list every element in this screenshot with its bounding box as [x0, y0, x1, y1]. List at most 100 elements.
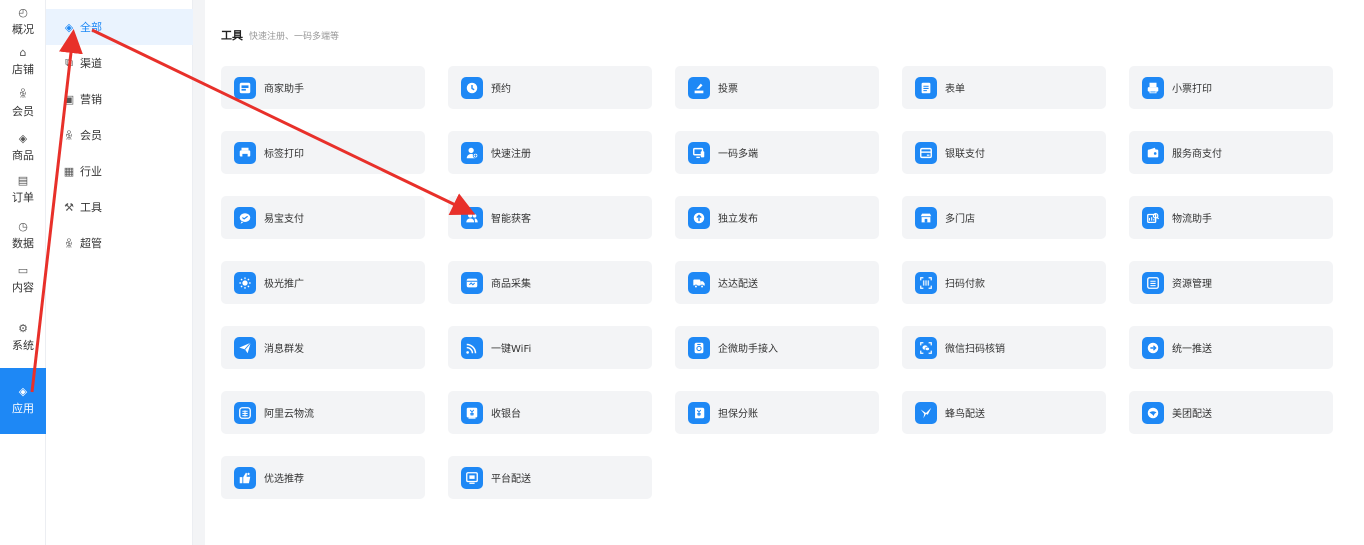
rail-item-7[interactable]: ⚙ 系统 [0, 316, 46, 360]
tool-card[interactable]: 多门店 [902, 196, 1106, 239]
tool-card[interactable]: 智能获客 [448, 196, 652, 239]
tool-card[interactable]: 极光推广 [221, 261, 425, 304]
tool-card[interactable]: 收银台 [448, 391, 652, 434]
tool-card[interactable]: 资源管理 [1129, 261, 1333, 304]
tool-card-label: 美团配送 [1172, 409, 1212, 420]
rail-item-3[interactable]: ◈ 商品 [0, 126, 46, 170]
tool-card[interactable]: 表单 [902, 66, 1106, 109]
rail-item-label: 系统 [12, 339, 34, 352]
tool-card-label: 多门店 [945, 214, 975, 225]
rail-item-label: 店铺 [12, 63, 34, 76]
order-icon: ▤ [17, 174, 29, 187]
logistics-search-icon [1142, 206, 1164, 229]
tool-card-label: 易宝支付 [264, 214, 304, 225]
section-title: 工具 [221, 29, 243, 42]
tool-card[interactable]: 蜂鸟配送 [902, 391, 1106, 434]
users-icon [461, 206, 483, 229]
rail-item-4[interactable]: ▤ 订单 [0, 168, 46, 212]
category-item-label: 会员 [80, 129, 102, 142]
tool-card[interactable]: 企微助手接入 [675, 326, 879, 369]
platform-delivery-icon [461, 466, 483, 489]
tool-card[interactable]: 商品采集 [448, 261, 652, 304]
tool-card-label: 收银台 [491, 409, 521, 420]
tool-card-label: 服务商支付 [1172, 149, 1222, 160]
tool-card[interactable]: 担保分账 [675, 391, 879, 434]
tool-card[interactable]: 快速注册 [448, 131, 652, 174]
rail-item-5[interactable]: ◷ 数据 [0, 214, 46, 258]
section-subtitle: 快速注册、一码多端等 [249, 32, 340, 42]
multi-store-icon [915, 206, 937, 229]
category-item-label: 行业 [80, 165, 102, 178]
tool-card-label: 商家助手 [264, 84, 304, 95]
wechat-scan-icon [915, 336, 937, 359]
rail-item-6[interactable]: ▭ 内容 [0, 258, 46, 302]
thumbs-up-icon [234, 466, 256, 489]
form-icon [915, 76, 937, 99]
tool-card-label: 达达配送 [718, 279, 758, 290]
tool-card[interactable]: 物流助手 [1129, 196, 1333, 239]
label-printer-icon [234, 141, 256, 164]
tool-card[interactable]: 易宝支付 [221, 196, 425, 239]
tool-card[interactable]: 银联支付 [902, 131, 1106, 174]
rail-item-2[interactable]: ꆜ 会员 [0, 82, 46, 126]
tool-card-label: 统一推送 [1172, 344, 1212, 355]
tool-card[interactable]: 达达配送 [675, 261, 879, 304]
category-item-label: 工具 [80, 201, 102, 214]
push-icon [1142, 336, 1164, 359]
tool-card[interactable]: 服务商支付 [1129, 131, 1333, 174]
app-icon: ◈ [18, 385, 28, 398]
content-icon: ▭ [17, 264, 29, 277]
tool-card-label: 扫码付款 [945, 279, 985, 290]
data-icon: ◷ [18, 220, 28, 233]
sun-icon [234, 271, 256, 294]
tool-card-label: 消息群发 [264, 344, 304, 355]
category-item-2[interactable]: ▣ 营销 [46, 81, 193, 117]
tool-card[interactable]: 投票 [675, 66, 879, 109]
tool-card[interactable]: 小票打印 [1129, 66, 1333, 109]
wallet-icon [1142, 141, 1164, 164]
category-item-6[interactable]: ꆜ 超管 [46, 225, 193, 261]
receipt-printer-icon [1142, 76, 1164, 99]
category-item-3[interactable]: ꆜ 会员 [46, 117, 193, 153]
tool-card-label: 快速注册 [491, 149, 531, 160]
rail-item-1[interactable]: ⌂ 店铺 [0, 40, 46, 84]
rail-item-8[interactable]: ◈ 应用 [0, 368, 46, 434]
cloud-logistics-icon [234, 401, 256, 424]
category-item-0[interactable]: ◈ 全部 [46, 9, 193, 45]
tool-card[interactable]: 独立发布 [675, 196, 879, 239]
tool-card[interactable]: 阿里云物流 [221, 391, 425, 434]
marketing-icon: ▣ [63, 92, 75, 106]
admin-icon: ꆜ [64, 237, 74, 251]
tool-card-label: 企微助手接入 [718, 344, 778, 355]
category-item-1[interactable]: ⧉ 渠道 [46, 45, 193, 81]
tool-card[interactable]: 优选推荐 [221, 456, 425, 499]
tool-card-label: 蜂鸟配送 [945, 409, 985, 420]
tool-card[interactable]: 一码多端 [675, 131, 879, 174]
tool-card[interactable]: 扫码付款 [902, 261, 1106, 304]
rail-item-label: 商品 [12, 149, 34, 162]
goods-collect-icon [461, 271, 483, 294]
tool-card-label: 小票打印 [1172, 84, 1212, 95]
rail-item-label: 概况 [12, 23, 34, 36]
tool-card-label: 资源管理 [1172, 279, 1212, 290]
rail-item-0[interactable]: ◴ 概况 [0, 0, 46, 44]
tool-card-label: 标签打印 [264, 149, 304, 160]
cashier-icon [461, 401, 483, 424]
tool-card[interactable]: 一键WiFi [448, 326, 652, 369]
tool-card-label: 商品采集 [491, 279, 531, 290]
truck-icon [688, 271, 710, 294]
tool-card[interactable]: 微信扫码核销 [902, 326, 1106, 369]
tool-card[interactable]: 平台配送 [448, 456, 652, 499]
wecom-icon [688, 336, 710, 359]
category-item-label: 营销 [80, 93, 102, 106]
tool-card[interactable]: 美团配送 [1129, 391, 1333, 434]
guarantee-icon [688, 401, 710, 424]
tool-card[interactable]: 统一推送 [1129, 326, 1333, 369]
category-item-4[interactable]: ▦ 行业 [46, 153, 193, 189]
tool-card[interactable]: 消息群发 [221, 326, 425, 369]
tool-card[interactable]: 预约 [448, 66, 652, 109]
hummingbird-icon [915, 401, 937, 424]
tool-card[interactable]: 商家助手 [221, 66, 425, 109]
tool-card[interactable]: 标签打印 [221, 131, 425, 174]
category-item-5[interactable]: ⚒ 工具 [46, 189, 193, 225]
